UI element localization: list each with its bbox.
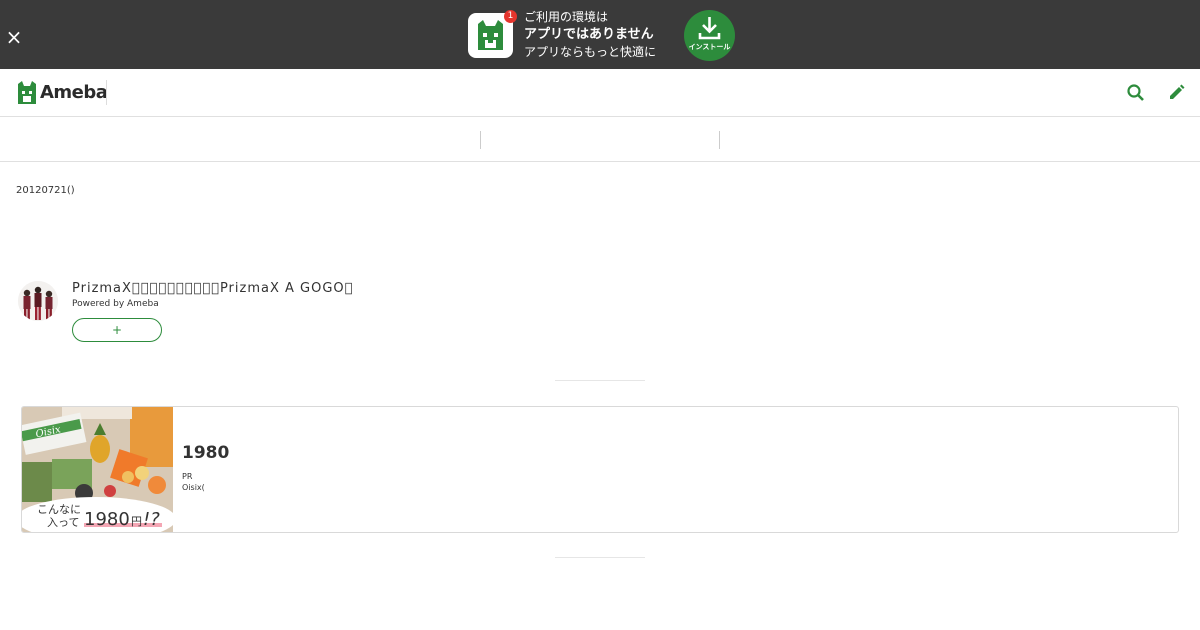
ameba-mascot-icon <box>478 20 503 50</box>
powered-by-label: Powered by Ameba <box>72 299 159 309</box>
svg-text:1980: 1980 <box>84 509 130 530</box>
ad-pr-label: PR <box>182 472 193 481</box>
tab-3[interactable] <box>720 117 1200 161</box>
avatar-image <box>18 281 58 321</box>
search-button[interactable] <box>1124 81 1148 105</box>
section-divider <box>555 557 645 558</box>
svg-text:!?: !? <box>143 509 160 530</box>
app-install-banner: × 1 ご利用の環境は アプリではありません アプリならもっと快適に インストー… <box>0 0 1200 69</box>
ad-headline[interactable]: 1980 <box>182 443 229 463</box>
ad-card[interactable]: Oisix こんなに 入って 1980 円 !? 1980 PR Oisix( <box>21 406 1179 533</box>
header-divider <box>106 80 107 105</box>
close-banner-button[interactable]: × <box>5 27 23 47</box>
pencil-icon <box>1170 84 1185 99</box>
write-post-button[interactable] <box>1164 81 1188 105</box>
blog-title[interactable]: PrizmaX          PrizmaX A GOGO  <box>72 281 353 296</box>
section-divider <box>555 380 645 381</box>
notification-badge: 1 <box>504 10 517 23</box>
download-icon <box>698 17 721 40</box>
svg-text:こんなに: こんなに <box>37 503 81 516</box>
follow-button[interactable]: + <box>72 318 162 342</box>
ad-image: Oisix こんなに 入って 1980 円 !? <box>22 407 173 532</box>
search-icon <box>1127 84 1144 101</box>
logo-text: Ameba <box>40 82 108 103</box>
tab-1[interactable] <box>0 117 480 161</box>
ameba-logo-icon <box>18 81 36 104</box>
blog-tab-nav <box>0 117 1200 162</box>
install-label: インストール <box>688 43 731 51</box>
banner-line-3: アプリならもっと快適に <box>524 45 657 59</box>
entry-date: 20120721() <box>16 185 75 196</box>
site-header: Ameba <box>0 69 1200 117</box>
install-button[interactable]: インストール <box>684 10 735 61</box>
svg-text:入って: 入って <box>47 516 79 529</box>
ad-source: Oisix( <box>182 483 205 492</box>
blog-avatar[interactable] <box>18 281 58 321</box>
banner-line-1: ご利用の環境は <box>524 10 609 24</box>
banner-message: ご利用の環境は アプリではありません アプリならもっと快適に <box>524 9 656 61</box>
tab-2[interactable] <box>481 117 719 161</box>
banner-line-2: アプリではありません <box>524 27 654 42</box>
svg-text:円: 円 <box>131 515 142 528</box>
